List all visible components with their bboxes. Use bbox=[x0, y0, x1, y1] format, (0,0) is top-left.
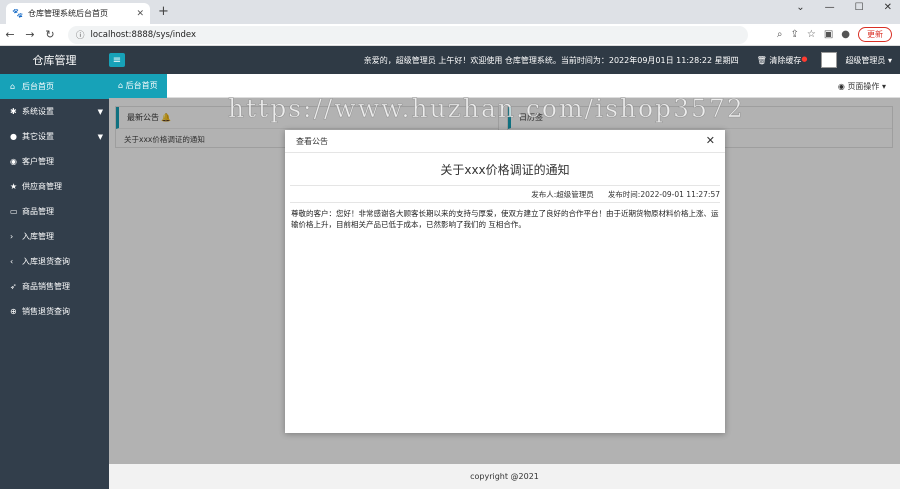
close-icon[interactable]: ✕ bbox=[706, 134, 715, 147]
sidebar-item-label: 入库退货查询 bbox=[22, 257, 70, 266]
publish-time: 发布时间:2022-09-01 11:27:57 bbox=[607, 189, 720, 199]
maximize-icon[interactable]: ☐ bbox=[855, 2, 864, 13]
clear-cache-button[interactable]: 🗑 清除缓存● bbox=[757, 55, 808, 66]
sidebar-item-sales[interactable]: ➶ 商品销售管理 bbox=[0, 274, 109, 299]
sidepanel-icon[interactable]: ▣ bbox=[824, 29, 833, 40]
clear-cache-label: 清除缓存 bbox=[769, 55, 802, 65]
caret-down-icon: ▾ bbox=[887, 55, 892, 65]
caret-down-icon: ▼ bbox=[97, 132, 103, 141]
browser-tab[interactable]: 🐾 仓库管理系统后台首页 ✕ bbox=[6, 3, 150, 24]
menu-toggle-icon[interactable]: ≡ bbox=[109, 53, 125, 67]
send-icon: ➶ bbox=[10, 282, 17, 291]
share-icon[interactable]: ⇪ bbox=[790, 29, 798, 40]
reload-icon[interactable]: ↻ bbox=[40, 28, 60, 41]
tab-home[interactable]: ⌂ 后台首页 bbox=[109, 73, 167, 98]
update-button[interactable]: 更新 bbox=[858, 27, 892, 42]
sidebar-item-inbound-return[interactable]: ‹ 入库退货查询 bbox=[0, 249, 109, 274]
gear-icon: ✱ bbox=[10, 107, 17, 116]
window-controls: ⌄ — ☐ ✕ bbox=[796, 2, 892, 13]
publisher: 发布人:超级管理员 bbox=[531, 189, 594, 199]
caret-down-icon: ▾ bbox=[881, 82, 886, 91]
trash-icon: 🗑 bbox=[756, 55, 767, 65]
footer: copyright @2021 bbox=[109, 464, 900, 489]
site-info-icon[interactable]: ⓘ bbox=[76, 29, 85, 41]
favicon-icon: 🐾 bbox=[12, 8, 24, 19]
page-operations-dropdown[interactable]: ◉ 页面操作 ▾ bbox=[838, 81, 886, 92]
tab-home-label: 后台首页 bbox=[125, 81, 158, 90]
sidebar-item-label: 商品管理 bbox=[22, 207, 54, 216]
profile-icon[interactable]: ● bbox=[841, 29, 850, 40]
sidebar-item-goods[interactable]: ▭ 商品管理 bbox=[0, 199, 109, 224]
sidebar-item-label: 销售退货查询 bbox=[22, 307, 70, 316]
sidebar-item-label: 供应商管理 bbox=[22, 182, 62, 191]
browser-tab-title: 仓库管理系统后台首页 bbox=[28, 9, 108, 18]
sidebar-item-label: 后台首页 bbox=[22, 82, 54, 91]
url-text: localhost:8888/sys/index bbox=[90, 29, 197, 40]
notice-body: 尊敬的客户：您好！非常感谢各大顾客长期以来的支持与厚爱，使双方建立了良好的合作平… bbox=[291, 209, 719, 229]
forward-icon[interactable]: → bbox=[20, 28, 40, 41]
box-icon: ▭ bbox=[10, 207, 18, 216]
sidebar-item-label: 商品销售管理 bbox=[22, 282, 70, 291]
home-icon: ⌂ bbox=[118, 81, 126, 90]
sidebar-item-other-settings[interactable]: ● 其它设置 ▼ bbox=[0, 124, 109, 149]
welcome-text: 亲爱的，超级管理员 上午好！欢迎使用 仓库管理系统。当前时间为：2022年09月… bbox=[363, 55, 739, 65]
browser-tabstrip: 🐾 仓库管理系统后台首页 ✕ + ⌄ — ☐ ✕ bbox=[0, 0, 900, 24]
cart-icon: ⊕ bbox=[10, 307, 17, 316]
circle-icon: ● bbox=[10, 132, 17, 141]
notice-meta: 发布人:超级管理员 发布时间:2022-09-01 11:27:57 bbox=[290, 185, 720, 203]
close-window-icon[interactable]: ✕ bbox=[884, 2, 892, 13]
home-icon: ⌂ bbox=[10, 82, 16, 91]
modal-title: 查看公告 bbox=[296, 136, 328, 146]
chevron-right-icon: › bbox=[10, 232, 14, 241]
sidebar-item-inbound[interactable]: › 入库管理 bbox=[0, 224, 109, 249]
user-menu[interactable]: 超级管理员 ▾ bbox=[845, 55, 892, 66]
target-icon: ◉ bbox=[10, 157, 17, 166]
caret-down-icon: ▼ bbox=[97, 107, 103, 116]
sidebar-item-system-settings[interactable]: ✱ 系统设置 ▼ bbox=[0, 99, 109, 124]
star-icon: ★ bbox=[10, 182, 18, 191]
sidebar: ⌂ 后台首页 ✱ 系统设置 ▼ ● 其它设置 ▼ ◉ 客户管理 ★ 供应商管理 ▭ 商品管理 ›… bbox=[0, 74, 109, 489]
sidebar-item-customers[interactable]: ◉ 客户管理 bbox=[0, 149, 109, 174]
user-name: 超级管理员 bbox=[845, 55, 886, 65]
avatar[interactable] bbox=[821, 52, 838, 68]
bookmark-star-icon[interactable]: ☆ bbox=[807, 29, 816, 40]
zoom-icon[interactable]: ⌕ bbox=[777, 29, 783, 40]
notice-title: 关于xxx价格调证的通知 bbox=[440, 163, 570, 177]
tab-search-icon[interactable]: ⌄ bbox=[796, 2, 804, 13]
new-tab-icon[interactable]: + bbox=[158, 4, 169, 19]
app-header: 仓库管理 ≡ 亲爱的，超级管理员 上午好！欢迎使用 仓库管理系统。当前时间为：2… bbox=[0, 46, 900, 74]
back-icon[interactable]: ← bbox=[0, 28, 20, 41]
minimize-icon[interactable]: — bbox=[825, 2, 835, 13]
notification-dot: ● bbox=[801, 54, 808, 63]
sidebar-item-home[interactable]: ⌂ 后台首页 bbox=[0, 74, 109, 99]
url-field[interactable]: ⓘ localhost:8888/sys/index bbox=[68, 25, 748, 44]
app-logo: 仓库管理 bbox=[32, 54, 77, 67]
sidebar-item-suppliers[interactable]: ★ 供应商管理 bbox=[0, 174, 109, 199]
sidebar-item-sales-return[interactable]: ⊕ 销售退货查询 bbox=[0, 299, 109, 324]
sidebar-item-label: 系统设置 bbox=[22, 107, 54, 116]
close-tab-icon[interactable]: ✕ bbox=[136, 9, 144, 19]
sidebar-item-label: 入库管理 bbox=[22, 232, 54, 241]
chevron-left-icon: ‹ bbox=[10, 257, 14, 266]
address-bar: ← → ↻ ⓘ localhost:8888/sys/index ⌕ ⇪ ☆ ▣… bbox=[0, 24, 900, 46]
watermark: https://www.huzhan.com/ishop3572 bbox=[228, 94, 745, 124]
page-ops-label: 页面操作 bbox=[847, 82, 880, 91]
sidebar-item-label: 其它设置 bbox=[22, 132, 54, 141]
sidebar-item-label: 客户管理 bbox=[22, 157, 54, 166]
target-icon: ◉ bbox=[837, 82, 845, 91]
notice-modal: 查看公告 ✕ 关于xxx价格调证的通知 发布人:超级管理员 发布时间:2022-… bbox=[285, 130, 725, 433]
